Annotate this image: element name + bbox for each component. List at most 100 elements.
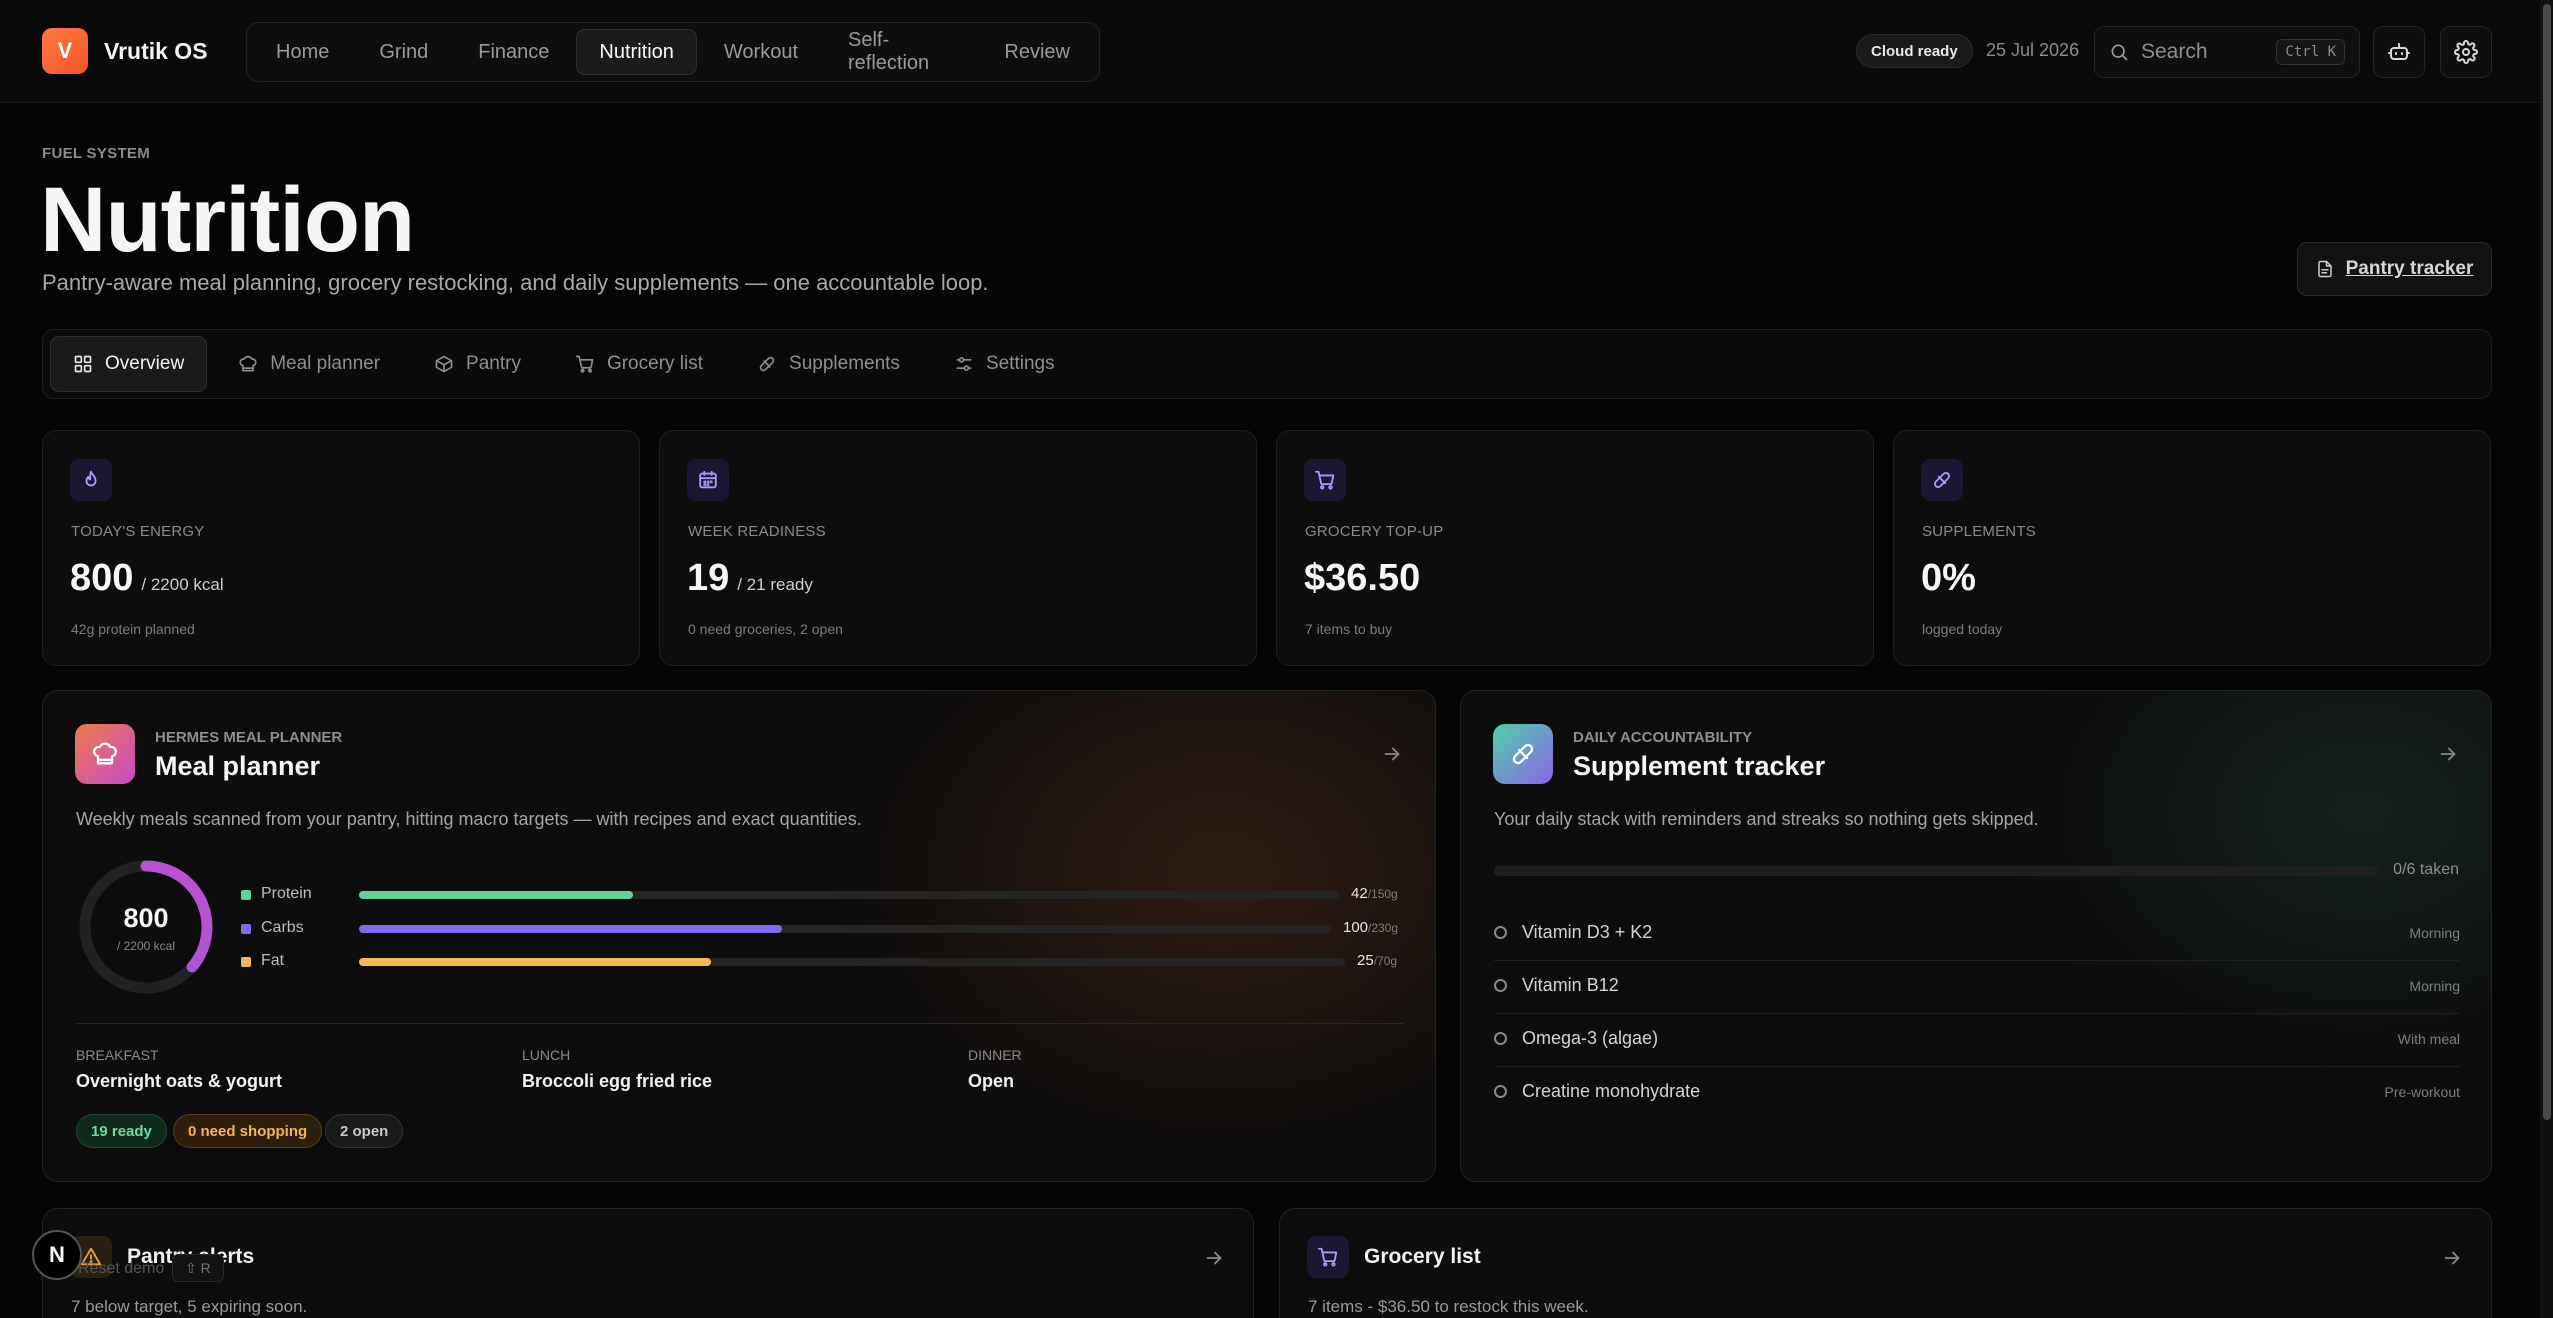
ready-badge: 19 ready [76,1114,167,1148]
card-eyebrow: HERMES MEAL PLANNER [155,729,343,746]
stat-note: logged today [1922,621,2003,637]
tab-supplements[interactable]: Supplements [734,336,923,392]
stat-number: 0% [1921,557,1976,599]
supplement-row[interactable]: Creatine monohydrate Pre-workout [1494,1067,2460,1120]
nav-self-reflection[interactable]: Self-reflection [825,29,977,75]
arrow-right-icon[interactable] [1203,1247,1225,1269]
page-subtitle: Pantry-aware meal planning, grocery rest… [42,270,989,295]
supplement-name: Vitamin D3 + K2 [1522,922,1653,942]
search-shortcut: Ctrl K [2276,39,2345,65]
calendar-icon [687,459,729,501]
page-title: Nutrition [40,169,415,271]
brand-logo: V [42,28,88,74]
macro-track [359,958,1345,966]
supplement-progress-bar [1494,866,2378,876]
macro-fill [359,891,634,899]
tab-settings[interactable]: Settings [931,336,1078,392]
reset-shortcut: ⇧ R [172,1254,224,1282]
tab-overview[interactable]: Overview [50,336,208,392]
stat-card-week-readiness: WEEK READINESS 19 / 21 ready 0 need groc… [659,430,1257,666]
supplement-time: Morning [2409,925,2460,941]
macro-label: Carbs [261,919,304,936]
grid-icon [73,354,93,374]
macro-target: /70g [1373,954,1398,968]
slot-meal: Open [968,1071,1015,1091]
reset-demo-label[interactable]: Reset demo [78,1260,164,1278]
arrow-right-icon[interactable] [1381,743,1403,765]
meal-slot-breakfast[interactable]: BREAKFAST Overnight oats & yogurt [76,1047,282,1092]
macro-row-protein: Protein 42/150g [241,885,1405,905]
chef-hat-icon [238,354,258,374]
nav-workout[interactable]: Workout [701,29,821,75]
search-placeholder: Search [2141,40,2208,63]
macro-target: /230g [1368,921,1399,935]
stat-note: 7 items to buy [1305,621,1393,637]
tab-label: Pantry [466,353,521,374]
checkbox-circle-icon[interactable] [1494,926,1507,939]
scrollbar-thumb[interactable] [2543,4,2551,1120]
meal-planner-card[interactable]: HERMES MEAL PLANNER Meal planner Weekly … [42,690,1436,1182]
supplement-row[interactable]: Vitamin B12 Morning [1494,961,2460,1014]
stat-unit: / 2200 kcal [141,575,224,594]
tab-meal-planner[interactable]: Meal planner [215,336,403,392]
tab-label: Grocery list [606,353,704,374]
pantry-tracker-label: Pantry tracker [2345,258,2474,279]
stat-value: 19 / 21 ready [687,557,813,600]
brand-name: Vrutik OS [104,37,208,64]
gear-icon [2454,40,2478,64]
meal-slot-lunch[interactable]: LUNCH Broccoli egg fried rice [522,1047,712,1092]
brand[interactable]: V Vrutik OS [42,28,208,74]
supplement-tracker-card[interactable]: DAILY ACCOUNTABILITY Supplement tracker … [1460,690,2492,1182]
macro-track [359,891,1339,899]
pantry-tracker-button[interactable]: Pantry tracker [2297,242,2492,296]
arrow-right-icon[interactable] [2441,1247,2463,1269]
nav-finance[interactable]: Finance [455,29,572,75]
supplement-time: Pre-workout [2384,1084,2460,1100]
page-scrollbar[interactable] [2540,0,2553,1318]
supplement-row[interactable]: Omega-3 (algae) With meal [1494,1014,2460,1067]
supplement-row[interactable]: Vitamin D3 + K2 Morning [1494,908,2460,961]
flame-icon [70,459,112,501]
stat-label: SUPPLEMENTS [1922,523,2036,540]
tab-pantry[interactable]: Pantry [411,336,544,392]
document-icon [2316,259,2334,279]
stat-label: TODAY'S ENERGY [71,523,205,540]
checkbox-circle-icon[interactable] [1494,979,1507,992]
macro-amount: 42/150g [1351,885,1398,902]
macro-color-dot [241,957,251,967]
nav-home[interactable]: Home [253,29,352,75]
divider [76,1023,1404,1024]
macro-amount: 25/70g [1357,952,1397,969]
page-eyebrow: FUEL SYSTEM [42,145,151,162]
cloud-status-badge: Cloud ready [1856,34,1973,68]
checkbox-circle-icon[interactable] [1494,1085,1507,1098]
card-description: Your daily stack with reminders and stre… [1494,809,2039,829]
card-title: Grocery list [1364,1245,1481,1268]
settings-button[interactable] [2440,26,2492,78]
tab-label: Meal planner [270,353,381,374]
assistant-button[interactable] [2373,26,2425,78]
nav-nutrition[interactable]: Nutrition [576,29,697,75]
donut-value: 800 [123,903,169,933]
supplement-name: Creatine monohydrate [1522,1081,1701,1101]
supplement-time: Morning [2409,978,2460,994]
stat-card-energy: TODAY'S ENERGY 800 / 2200 kcal 42g prote… [42,430,640,666]
search-icon [2109,42,2129,62]
stat-note: 0 need groceries, 2 open [688,621,843,637]
arrow-right-icon[interactable] [2437,743,2459,765]
robot-icon [2387,40,2411,64]
section-tabs: Overview Meal planner Pantry Grocery lis… [42,329,2492,399]
nav-grind[interactable]: Grind [356,29,451,75]
card-description: Weekly meals scanned from your pantry, h… [76,809,862,829]
grocery-list-card[interactable]: Grocery list 7 items - $36.50 to restock… [1279,1208,2492,1318]
tab-grocery-list[interactable]: Grocery list [552,336,726,392]
checkbox-circle-icon[interactable] [1494,1032,1507,1045]
nav-review[interactable]: Review [981,29,1093,75]
slot-meal: Broccoli egg fried rice [522,1071,713,1091]
tab-label: Supplements [789,353,900,374]
dev-tools-button[interactable]: N [32,1230,82,1280]
meal-slot-dinner[interactable]: DINNER Open [968,1047,1022,1092]
pantry-alerts-card[interactable]: Pantry alerts 7 below target, 5 expiring… [42,1208,1254,1318]
search-input[interactable]: Search Ctrl K [2094,26,2360,78]
stat-value: $36.50 [1304,557,1428,600]
